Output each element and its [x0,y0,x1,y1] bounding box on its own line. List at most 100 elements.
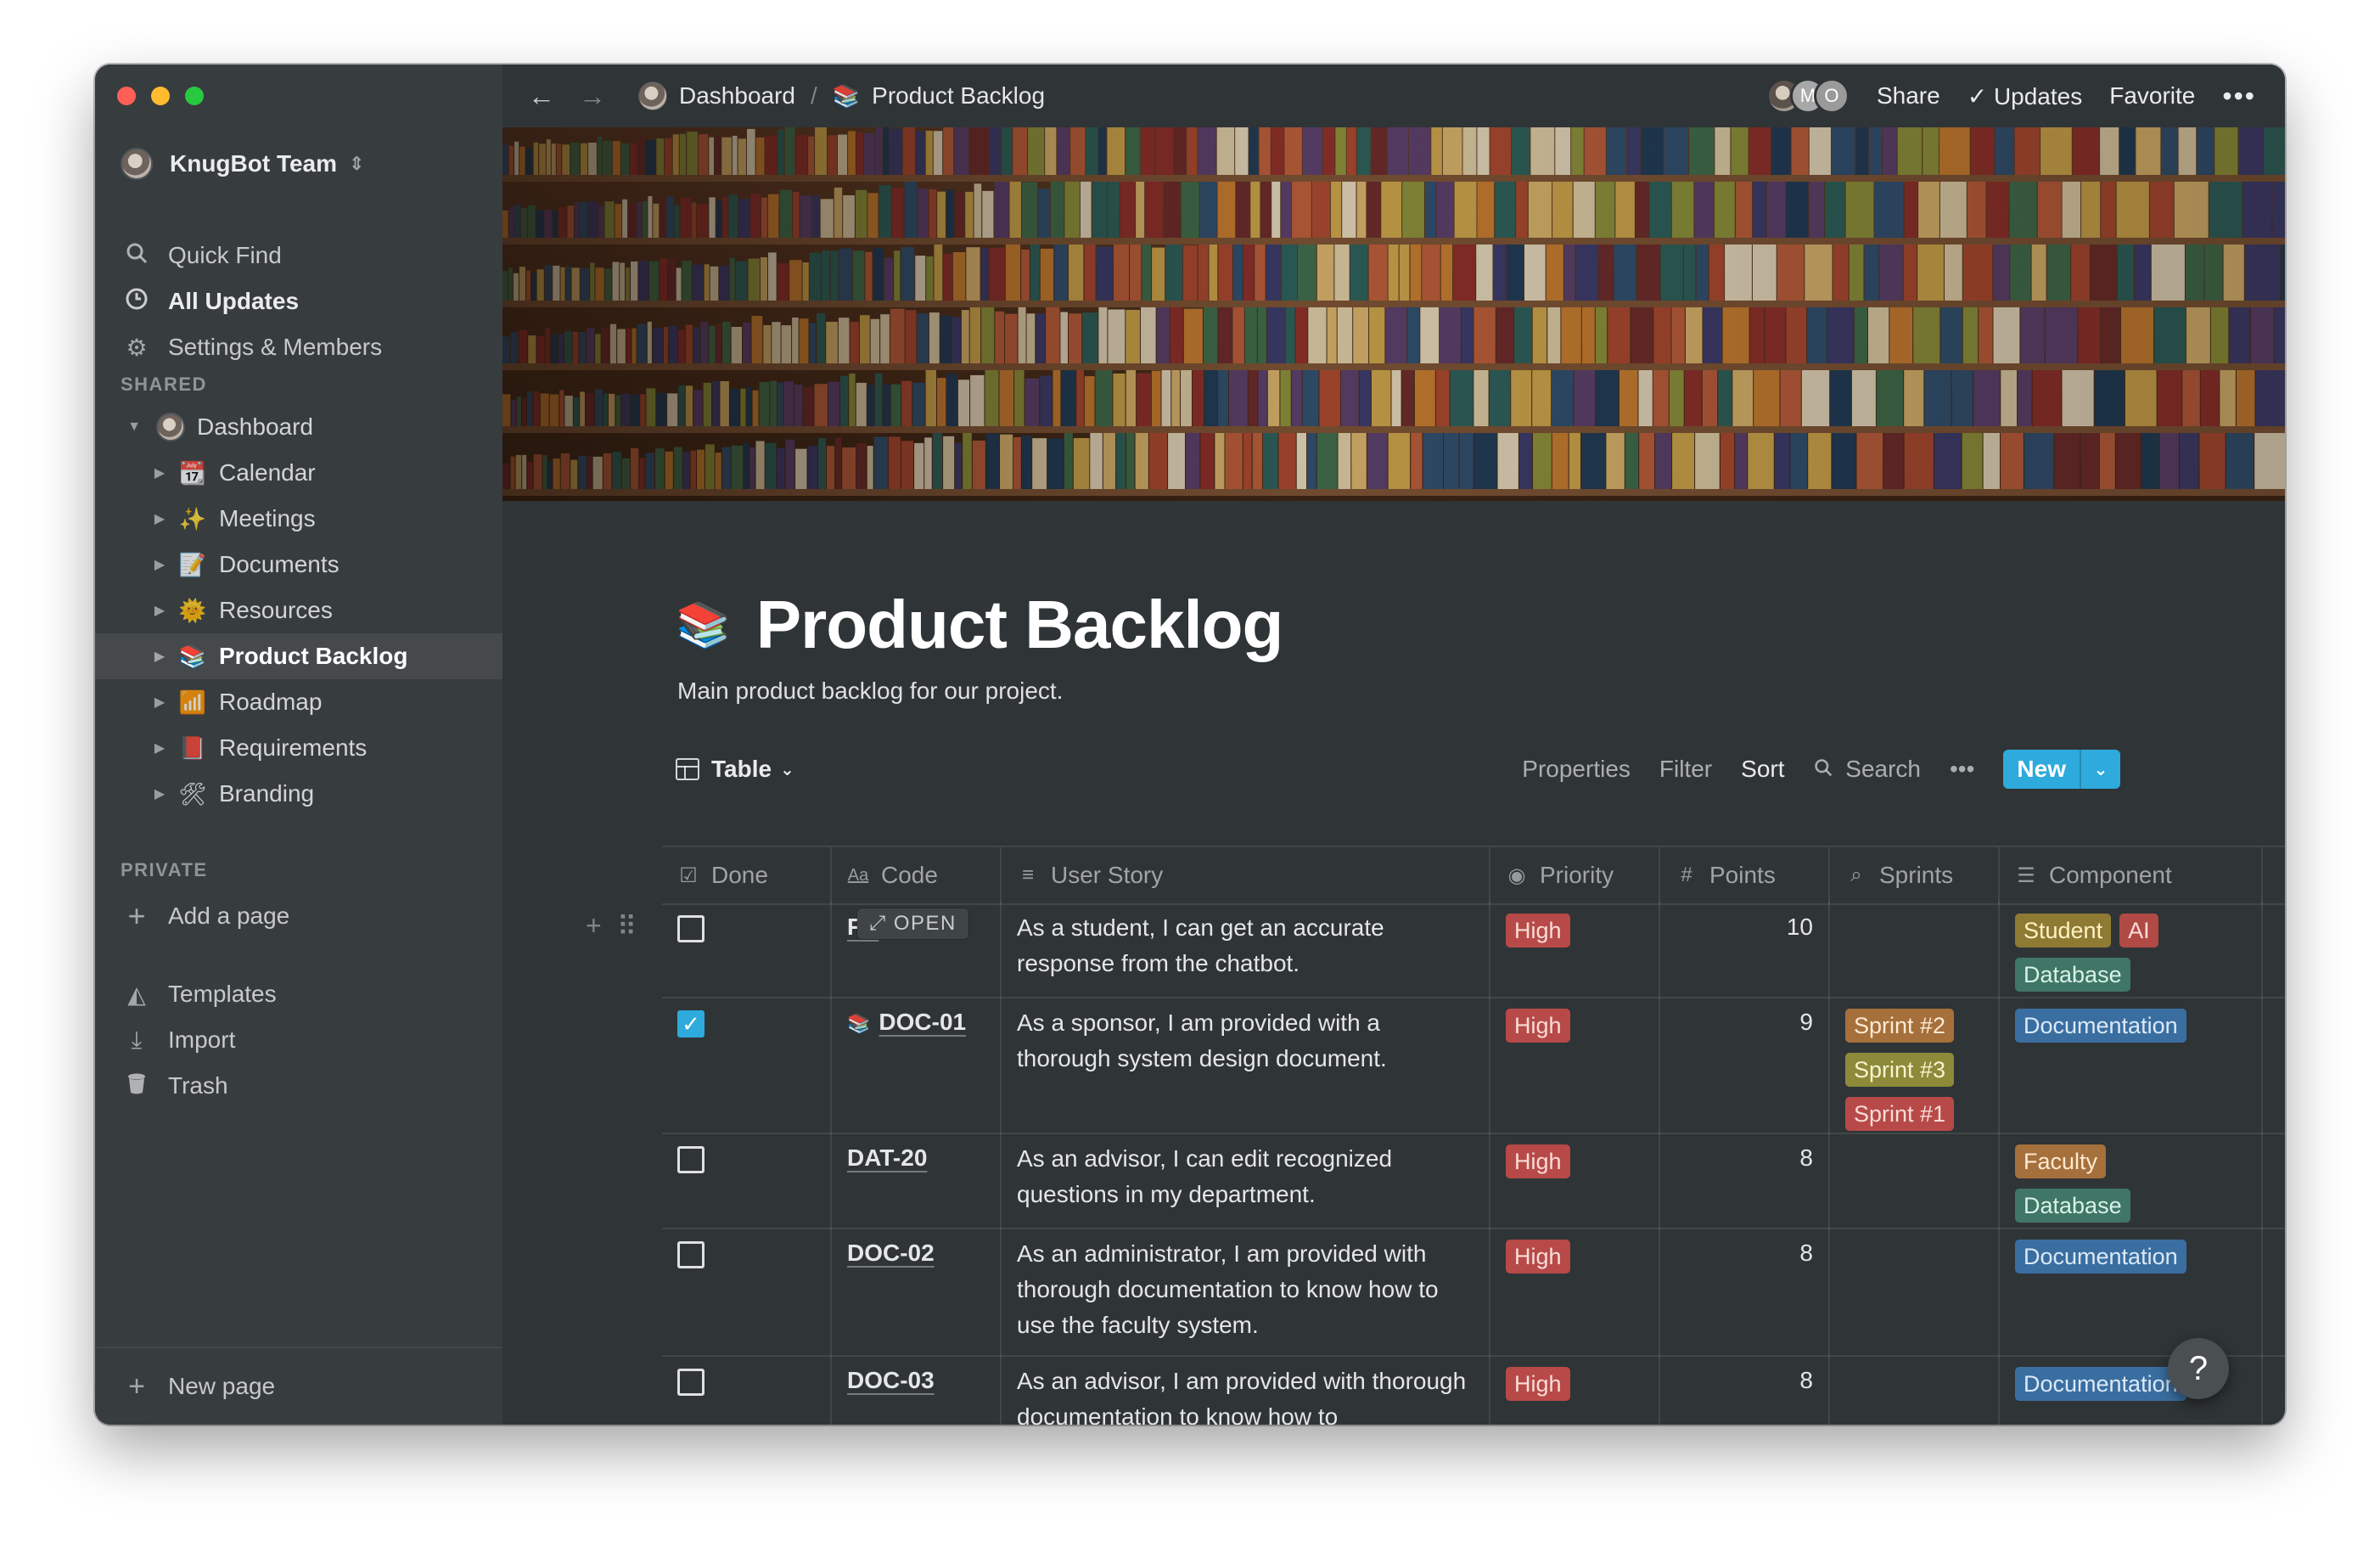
sidebar-item-calendar[interactable]: ▶ 📆 Calendar [95,450,502,496]
sprints-cell[interactable] [1830,1133,2000,1228]
search-button[interactable]: Search [1814,756,1921,783]
priority-cell[interactable]: High [1490,1355,1660,1425]
updates-button[interactable]: ✓ Updates [1967,82,2083,110]
code-cell[interactable]: DOC-03 [832,1355,1002,1425]
story-cell[interactable]: As an advisor, I am provided with thorou… [1002,1355,1490,1425]
close-window-button[interactable] [117,87,136,105]
sidebar-item-all-updates[interactable]: All Updates [95,278,502,324]
add-row-icon[interactable]: + [586,910,602,942]
points-cell[interactable]: 10 [1660,902,1830,997]
component-cell[interactable]: Documentation [2000,997,2263,1133]
minimize-window-button[interactable] [151,87,170,105]
component-cell[interactable]: Student AI Database [2000,902,2263,997]
properties-button[interactable]: Properties [1522,756,1631,783]
code-cell[interactable]: DAT-20 [832,1133,1002,1228]
points-cell[interactable]: 8 [1660,1355,1830,1425]
books-icon[interactable]: 📚 [676,599,731,651]
collaborator-avatars[interactable]: M O [1765,78,1850,114]
priority-cell[interactable]: High [1490,902,1660,997]
table-row[interactable]: DAT-20 As an advisor, I can edit recogni… [662,1133,2285,1229]
new-page-button[interactable]: + New page [95,1347,502,1425]
breadcrumb-product-backlog[interactable]: Product Backlog [872,82,1045,110]
column-header-done[interactable]: ☑ Done [662,847,832,903]
sidebar-item-meetings[interactable]: ▶ ✨ Meetings [95,496,502,542]
workspace-switcher[interactable]: KnugBot Team ⇕ [121,143,364,185]
done-checkbox[interactable] [677,1241,704,1268]
drag-handle-icon[interactable]: ⠿ [617,910,637,942]
sidebar-item-dashboard[interactable]: ▼ Dashboard [95,404,502,450]
cover-image[interactable] [502,127,2285,501]
story-cell[interactable]: As a student, I can get an accurate resp… [1002,902,1490,997]
breadcrumb-dashboard[interactable]: Dashboard [679,82,795,110]
page-title[interactable]: Product Backlog [756,586,1284,664]
help-button[interactable]: ? [2168,1338,2229,1399]
done-checkbox[interactable] [677,1369,704,1396]
priority-cell[interactable]: High [1490,997,1660,1133]
points-cell[interactable]: 9 [1660,997,1830,1133]
sprints-cell[interactable]: Sprint #2 Sprint #3 Sprint #1 [1830,997,2000,1133]
view-more-button[interactable]: ••• [1950,756,1974,783]
component-cell[interactable]: Faculty Database [2000,1133,2263,1228]
chevron-down-icon[interactable]: ⌄ [2080,750,2120,789]
sidebar-item-import[interactable]: ⤓ Import [95,1017,502,1063]
column-header-priority[interactable]: ◉ Priority [1490,847,1660,903]
share-button[interactable]: Share [1877,82,1940,110]
done-checkbox[interactable] [677,915,704,942]
column-header-sprints[interactable]: ⌕ Sprints [1830,847,2000,903]
new-record-button[interactable]: New ⌄ [2003,750,2120,789]
sidebar-item-resources[interactable]: ▶ 🌞 Resources [95,588,502,633]
column-header-user-story[interactable]: ≡ User Story [1002,847,1490,903]
code-cell[interactable]: 📚 DOC-01 [832,997,1002,1133]
sidebar-item-documents[interactable]: ▶ 📝 Documents [95,542,502,588]
code-cell[interactable]: FN ⤢ OPEN [832,902,1002,997]
points-cell[interactable]: 8 [1660,1133,1830,1228]
filter-button[interactable]: Filter [1659,756,1712,783]
caret-right-icon[interactable]: ▶ [151,602,168,619]
code-cell[interactable]: DOC-02 [832,1228,1002,1355]
sidebar-item-settings[interactable]: ⚙ Settings & Members [95,324,502,370]
story-cell[interactable]: As an advisor, I can edit recognized que… [1002,1133,1490,1228]
favorite-button[interactable]: Favorite [2109,82,2195,110]
more-options-button[interactable]: ••• [2222,81,2256,112]
table-row[interactable]: + ⠿ FN ⤢ OPEN As a student, I can get an… [586,902,2285,998]
column-header-code[interactable]: Aa Code [832,847,1002,903]
caret-right-icon[interactable]: ▶ [151,694,168,711]
code-value[interactable]: DOC-02 [847,1240,935,1266]
column-header-component[interactable]: ☰ Component [2000,847,2263,903]
code-value[interactable]: DOC-03 [847,1367,935,1393]
forward-arrow-icon[interactable]: → [579,81,606,112]
view-selector[interactable]: Table ⌄ [676,756,794,783]
caret-right-icon[interactable]: ▶ [151,556,168,573]
sort-button[interactable]: Sort [1741,756,1784,783]
code-value[interactable]: DAT-20 [847,1144,927,1171]
done-checkbox-checked[interactable]: ✓ [677,1010,704,1037]
caret-right-icon[interactable]: ▶ [151,510,168,527]
sidebar-item-quick-find[interactable]: Quick Find [95,233,502,278]
open-button[interactable]: ⤢ OPEN [857,908,968,939]
page-description[interactable]: Main product backlog for our project. [677,678,1063,705]
table-row[interactable]: ✓ 📚 DOC-01 As a sponsor, I am provided wi… [662,997,2285,1134]
sidebar-item-trash[interactable]: Trash [95,1063,502,1109]
caret-right-icon[interactable]: ▶ [151,739,168,756]
sprints-cell[interactable] [1830,1228,2000,1355]
caret-right-icon[interactable]: ▶ [151,648,168,665]
points-cell[interactable]: 8 [1660,1228,1830,1355]
sidebar-item-requirements[interactable]: ▶ 📕 Requirements [95,725,502,771]
sidebar-item-branding[interactable]: ▶ 🛠 Branding [95,771,502,817]
add-page-button[interactable]: + Add a page [95,893,502,939]
sprints-cell[interactable] [1830,902,2000,997]
story-cell[interactable]: As an administrator, I am provided with … [1002,1228,1490,1355]
priority-cell[interactable]: High [1490,1133,1660,1228]
sidebar-item-templates[interactable]: ◭ Templates [95,971,502,1017]
caret-right-icon[interactable]: ▶ [151,464,168,481]
table-row[interactable]: DOC-02 As an administrator, I am provide… [662,1228,2285,1357]
column-header-points[interactable]: # Points [1660,847,1830,903]
maximize-window-button[interactable] [185,87,204,105]
sidebar-item-roadmap[interactable]: ▶ 📶 Roadmap [95,679,502,725]
done-checkbox[interactable] [677,1146,704,1173]
caret-right-icon[interactable]: ▶ [151,785,168,802]
sprints-cell[interactable] [1830,1355,2000,1425]
story-cell[interactable]: As a sponsor, I am provided with a thoro… [1002,997,1490,1133]
back-arrow-icon[interactable]: ← [528,81,555,112]
caret-down-icon[interactable]: ▼ [126,419,143,435]
